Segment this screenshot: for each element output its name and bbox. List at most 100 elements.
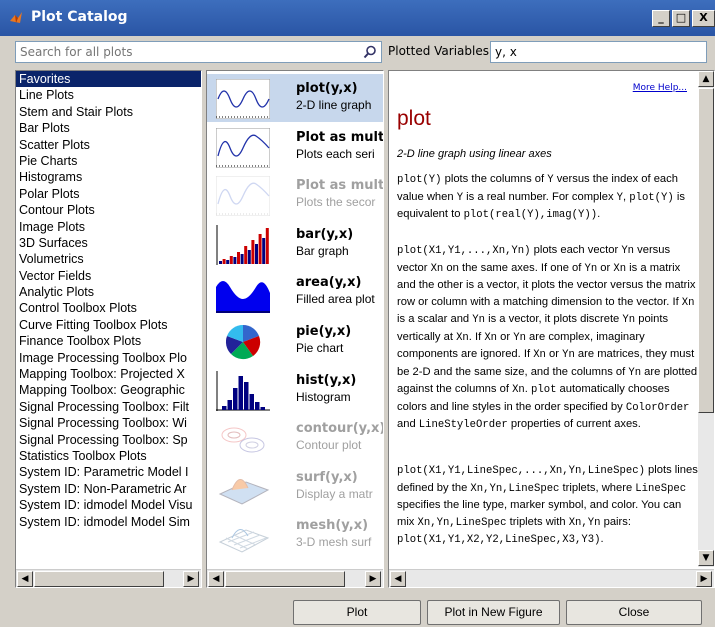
help-text: plots each vector bbox=[530, 244, 622, 256]
help-text: triplets, where bbox=[559, 481, 636, 494]
search-icon[interactable] bbox=[363, 45, 377, 59]
plot-desc: Contour plot bbox=[296, 438, 362, 453]
category-item[interactable]: Volumetrics bbox=[16, 251, 201, 267]
help-text: plots the columns of bbox=[441, 173, 548, 185]
plot-desc: 3-D mesh surf bbox=[296, 535, 372, 550]
close-button[interactable]: Close bbox=[566, 600, 702, 625]
category-item[interactable]: Finance Toolbox Plots bbox=[16, 333, 201, 349]
category-item[interactable]: System ID: Non-Parametric Ar bbox=[16, 481, 201, 497]
category-item[interactable]: Image Plots bbox=[16, 219, 201, 235]
help-text: on the same axes. If one of bbox=[443, 261, 585, 274]
scroll-down-icon[interactable]: ▼ bbox=[698, 550, 714, 566]
category-item[interactable]: Mapping Toolbox: Projected X bbox=[16, 366, 201, 382]
category-item[interactable]: Control Toolbox Plots bbox=[16, 300, 201, 316]
plot-name: mesh(y,x) bbox=[296, 518, 369, 534]
category-item[interactable]: Line Plots bbox=[16, 87, 201, 103]
category-item[interactable]: Contour Plots bbox=[16, 202, 201, 218]
help-text: or bbox=[597, 261, 614, 274]
category-item[interactable]: Scatter Plots bbox=[16, 137, 201, 153]
code-text: Yn bbox=[513, 331, 526, 344]
category-item[interactable]: Image Processing Toolbox Plo bbox=[16, 350, 201, 366]
more-help-link[interactable]: More Help... bbox=[633, 83, 687, 93]
plot-hscrollbar[interactable]: ◀ ▶ bbox=[207, 569, 383, 587]
plot-item[interactable]: bar(y,x) Bar graph bbox=[207, 220, 383, 268]
area-icon bbox=[216, 273, 270, 314]
category-item[interactable]: System ID: idmodel Model Sim bbox=[16, 514, 201, 530]
minimize-button[interactable]: _ bbox=[652, 10, 670, 27]
plot-name: contour(y,x) bbox=[296, 421, 384, 437]
help-content: More Help... plot 2-D line graph using l… bbox=[389, 71, 699, 567]
mesh-icon bbox=[216, 516, 270, 557]
code-text: plot(X1,Y1,X2,Y2,LineSpec,X3,Y3) bbox=[397, 534, 601, 546]
help-paragraph-3: plot(X1,Y1,LineSpec,...,Xn,Yn,LineSpec) … bbox=[397, 462, 699, 549]
code-text: Xn,Yn,LineSpec bbox=[417, 516, 507, 529]
plot-name: bar(y,x) bbox=[296, 226, 354, 242]
help-text: pairs: bbox=[600, 515, 631, 528]
plotted-variables-input[interactable]: y, x bbox=[490, 41, 707, 63]
category-item[interactable]: Analytic Plots bbox=[16, 284, 201, 300]
scroll-right-icon[interactable]: ▶ bbox=[365, 571, 381, 587]
scroll-left-icon[interactable]: ◀ bbox=[390, 571, 406, 587]
category-item[interactable]: Signal Processing Toolbox: Wi bbox=[16, 415, 201, 431]
category-item[interactable]: Curve Fitting Toolbox Plots bbox=[16, 317, 201, 333]
plot-desc: Bar graph bbox=[296, 243, 349, 258]
scrollbar-thumb[interactable] bbox=[698, 88, 714, 413]
help-text: triplets with bbox=[506, 515, 569, 528]
scroll-right-icon[interactable]: ▶ bbox=[183, 571, 199, 587]
category-item[interactable]: Favorites bbox=[16, 71, 201, 88]
category-item[interactable]: 3D Surfaces bbox=[16, 235, 201, 251]
plot-name: pie(y,x) bbox=[296, 324, 352, 339]
plot-new-figure-button[interactable]: Plot in New Figure bbox=[427, 600, 560, 625]
code-text: LineSpec bbox=[635, 482, 687, 495]
plot-item[interactable]: hist(y,x) Histogram bbox=[207, 366, 383, 414]
category-item[interactable]: Mapping Toolbox: Geographic bbox=[16, 382, 201, 398]
scroll-up-icon[interactable]: ▲ bbox=[698, 71, 714, 87]
help-hscrollbar[interactable]: ◀ ▶ bbox=[389, 569, 714, 587]
category-item[interactable]: Histograms bbox=[16, 169, 201, 185]
code-text: ColorOrder bbox=[625, 401, 690, 414]
help-vscrollbar[interactable]: ▲ ▼ bbox=[698, 71, 714, 567]
close-window-button[interactable]: X bbox=[692, 10, 715, 27]
plot-item[interactable]: contour(y,x) Contour plot bbox=[207, 414, 383, 462]
maximize-button[interactable]: □ bbox=[672, 10, 690, 27]
plot-desc: Pie chart bbox=[296, 341, 344, 355]
scroll-right-icon[interactable]: ▶ bbox=[696, 571, 712, 587]
plot-item[interactable]: area(y,x) Filled area plot bbox=[207, 268, 383, 316]
category-item[interactable]: Polar Plots bbox=[16, 186, 201, 202]
code-text: plot(Y) bbox=[629, 191, 674, 204]
plot-item[interactable]: pie(y,x) Pie chart bbox=[207, 317, 383, 365]
scrollbar-thumb[interactable] bbox=[34, 571, 164, 587]
scrollbar-thumb[interactable] bbox=[225, 571, 345, 587]
category-item[interactable]: Signal Processing Toolbox: Filt bbox=[16, 399, 201, 415]
plot-item[interactable]: mesh(y,x) 3-D mesh surf bbox=[207, 511, 383, 559]
plot-item[interactable]: plot(y,x) 2-D line graph bbox=[207, 74, 383, 122]
code-text: Yn bbox=[584, 262, 598, 275]
category-item[interactable]: Stem and Stair Plots bbox=[16, 104, 201, 120]
category-item[interactable]: Bar Plots bbox=[16, 120, 201, 136]
plot-desc: Plots each seri bbox=[296, 146, 375, 161]
window-title: Plot Catalog bbox=[31, 9, 128, 25]
search-input[interactable] bbox=[16, 42, 346, 62]
scroll-left-icon[interactable]: ◀ bbox=[208, 571, 224, 587]
code-text: Yn bbox=[472, 314, 485, 326]
code-text: Yn bbox=[628, 366, 642, 379]
scroll-left-icon[interactable]: ◀ bbox=[17, 571, 33, 587]
plot-item[interactable]: Plot as multi Plots the secor bbox=[207, 171, 383, 219]
plot-item[interactable]: surf(y,x) Display a matr bbox=[207, 463, 383, 511]
plot-button[interactable]: Plot bbox=[293, 600, 421, 625]
category-item[interactable]: System ID: Parametric Model I bbox=[16, 464, 201, 480]
plot-name: plot(y,x) bbox=[296, 81, 358, 96]
category-item[interactable]: Signal Processing Toolbox: Sp bbox=[16, 432, 201, 448]
search-box bbox=[15, 41, 382, 63]
surface-icon bbox=[216, 467, 270, 508]
plot-item[interactable]: Plot as multi Plots each seri bbox=[207, 123, 383, 171]
code-text: Xn bbox=[613, 262, 627, 275]
help-subtitle: 2-D line graph using linear axes bbox=[397, 148, 552, 160]
category-item[interactable]: Pie Charts bbox=[16, 153, 201, 169]
category-hscrollbar[interactable]: ◀ ▶ bbox=[16, 569, 201, 587]
plotted-variables-label: Plotted Variables: bbox=[388, 44, 494, 58]
category-item[interactable]: Statistics Toolbox Plots bbox=[16, 448, 201, 464]
category-item[interactable]: Vector Fields bbox=[16, 268, 201, 284]
category-item[interactable]: System ID: idmodel Model Visu bbox=[16, 497, 201, 513]
line-icon bbox=[216, 79, 270, 119]
